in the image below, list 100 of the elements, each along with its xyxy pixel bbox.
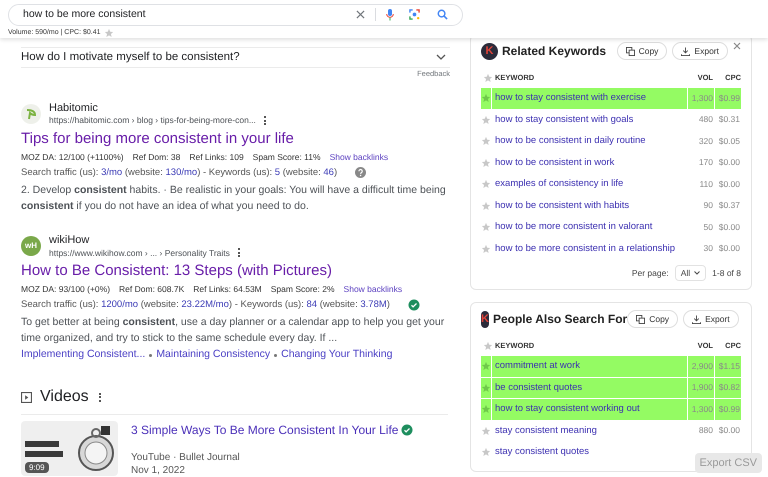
keyword-link[interactable]: how to stay consistent with goals [495, 112, 634, 127]
copy-icon [626, 46, 635, 56]
traffic-link[interactable]: 23.22M/mo [181, 299, 229, 310]
keyword-link[interactable]: how to be consistent with habits [495, 198, 630, 213]
traffic-link[interactable]: 1200/mo [101, 299, 138, 310]
search-icon[interactable] [437, 9, 448, 20]
site-url: https://habitomic.com › blog › tips-for-being-more-con... [49, 115, 256, 126]
cpc-cell: $0.99 [715, 88, 741, 108]
star-icon[interactable] [481, 136, 491, 146]
result-snippet: To get better at being consistent, use a day planner or a calendar app to help you get your time organized, and try to stick to the same schedule every day. If ... [21, 315, 446, 346]
sitelink[interactable]: Maintaining Consistency [156, 347, 270, 363]
per-page-label: Per page: [632, 266, 669, 280]
search-query: how to be more consistent [23, 6, 147, 22]
cpc-cell: $0.99 [715, 399, 741, 420]
site-logo: wH [21, 236, 41, 256]
keyword-link[interactable]: examples of consistency in life [495, 177, 624, 192]
site-name: Habitomic [49, 102, 99, 116]
sitelink[interactable]: Changing Your Thinking [281, 347, 392, 363]
separator-dot-icon [149, 354, 152, 357]
volume-cell: 1,300 [688, 88, 714, 108]
traffic-link[interactable]: 5 [274, 166, 280, 178]
microphone-icon[interactable] [386, 8, 394, 21]
seo-metric: Spam Score: 11% [252, 150, 321, 164]
video-title-link[interactable]: 3 Simple Ways To Be More Consistent In Your Life [131, 421, 398, 439]
download-icon [692, 314, 702, 324]
keyword-link[interactable]: stay consistent meaning [495, 424, 597, 438]
seo-metric: Ref Links: 64.53M [193, 283, 262, 296]
separator-dot-icon [274, 354, 278, 357]
section-heading: Videos [40, 387, 89, 407]
star-icon[interactable] [481, 114, 491, 125]
traffic-link[interactable]: 130/mo [166, 166, 198, 178]
star-icon[interactable] [104, 28, 114, 38]
traffic-link[interactable]: 46 [323, 166, 334, 178]
star-icon[interactable] [481, 244, 491, 254]
volume-cell: 1,300 [688, 399, 714, 420]
more-icon[interactable] [264, 116, 266, 126]
more-icon[interactable] [238, 248, 240, 258]
show-backlinks-link[interactable]: Show backlinks [344, 283, 402, 296]
chevron-down-icon [694, 271, 700, 275]
traffic-link[interactable]: 3.78M [360, 299, 387, 310]
export-button[interactable]: Export [683, 310, 739, 328]
site-name: wikiHow [49, 234, 90, 248]
keyword-link[interactable]: how to be consistent in work [495, 156, 614, 170]
copy-button[interactable]: Copy [616, 42, 668, 60]
cpc-cell: $1.15 [715, 356, 741, 376]
star-icon[interactable] [481, 179, 491, 190]
seo-metric: Ref Dom: 38 [132, 150, 180, 164]
star-icon[interactable] [481, 426, 491, 436]
star-icon[interactable] [481, 158, 491, 168]
keyword-link[interactable]: stay consistent quotes [495, 445, 589, 460]
traffic-link[interactable]: 3/mo [101, 166, 122, 178]
traffic-link[interactable]: 84 [306, 299, 318, 310]
result-title-link[interactable]: How to Be Consistent: 13 Steps (with Pictures) [21, 261, 450, 282]
seo-metric: Spam Score: 2% [270, 283, 335, 296]
search-traffic-text: Search traffic (us): 3/mo (website: 130/mo) - Keywords (us): 5 (website: 46) [21, 166, 338, 180]
clear-icon[interactable] [356, 10, 365, 20]
export-button[interactable]: Export [672, 42, 728, 60]
more-icon[interactable] [98, 392, 101, 402]
seo-metric: MOZ DA: 93/100 (+0%) [21, 283, 110, 296]
help-icon[interactable] [355, 167, 366, 178]
panel-title: People Also Search For [492, 311, 628, 328]
k-logo: K [481, 310, 489, 328]
volume-cell: 2,900 [688, 356, 714, 376]
sitelink[interactable]: Implementing Consistent... [21, 347, 146, 363]
search-field[interactable]: how to be more consistent [8, 4, 463, 26]
copy-icon [636, 314, 646, 324]
faq-item[interactable]: How do I motivate myself to be consistent? [21, 48, 450, 66]
star-icon[interactable] [482, 73, 492, 83]
seo-metric: MOZ DA: 12/100 (+1100%) [21, 150, 124, 164]
volume-cell: 1,900 [688, 378, 714, 398]
show-backlinks-link[interactable]: Show backlinks [330, 150, 388, 164]
star-icon[interactable] [481, 447, 491, 458]
keyword-link[interactable]: how to be consistent in daily routine [495, 134, 646, 148]
star-icon[interactable] [481, 404, 491, 414]
star-icon[interactable] [481, 361, 491, 372]
k-logo: K [481, 42, 498, 60]
seo-metric: Ref Links: 109 [189, 150, 244, 164]
close-icon[interactable] [733, 42, 741, 50]
star-icon[interactable] [481, 200, 491, 211]
video-icon [21, 392, 32, 402]
result-title-link[interactable]: Tips for being more consistent in your life [21, 128, 450, 149]
keyword-link[interactable]: how to be more consistent in a relationship [495, 242, 676, 256]
leaf-logo-icon [21, 104, 41, 124]
video-source: YouTube · Bullet Journal [131, 451, 241, 464]
search-traffic-text: Search traffic (us): 1200/mo (website: 23.22M/mo) - Keywords (us): 84 (website: 3.78M) [21, 298, 390, 312]
seo-metric: Ref Dom: 608.7K [119, 283, 184, 296]
cpc-cell: $0.82 [715, 378, 741, 398]
copy-button[interactable]: Copy [627, 310, 678, 328]
result-snippet: 2. Develop consistent habits. · Be realistic in your goals: You will have a difficult time being consistent if you do not have an idea of what you need to do. [21, 182, 447, 214]
camera-lens-icon[interactable] [409, 9, 420, 20]
star-icon[interactable] [481, 382, 491, 393]
video-date: Nov 1, 2022 [131, 464, 186, 477]
download-icon [681, 46, 690, 56]
star-icon[interactable] [482, 341, 492, 351]
keyword-link[interactable]: how to be more consistent in valorant [495, 220, 652, 234]
page-range: 1-8 of 8 [712, 266, 741, 280]
star-icon[interactable] [481, 222, 491, 232]
per-page-select[interactable]: All [674, 265, 706, 281]
site-url: https://www.wikihow.com › ... › Personality Traits [49, 248, 230, 258]
star-icon[interactable] [481, 93, 491, 104]
